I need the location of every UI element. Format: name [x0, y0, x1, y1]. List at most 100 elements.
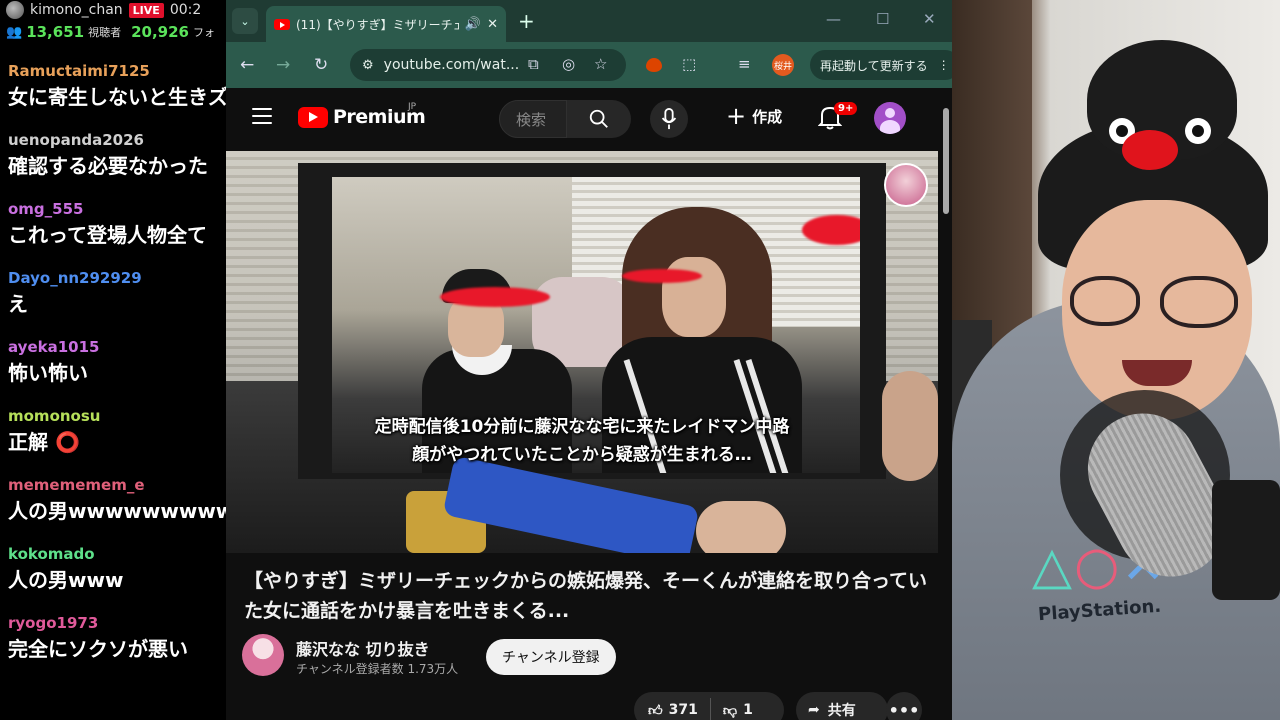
redaction-mark [622, 269, 702, 283]
browser-tab-youtube[interactable]: (11)【やりすぎ】ミザリーチェック 🔊 ✕ [266, 6, 506, 42]
install-app-icon[interactable]: ⧉ [528, 55, 539, 73]
viewer-count: 13,651 [26, 23, 85, 41]
glasses-right [1160, 276, 1238, 328]
stream-stats: 👥 13,651 視聴者 20,926 フォ [0, 20, 226, 44]
microphone-icon [661, 108, 677, 130]
viewer-label: 視聴者 [88, 26, 122, 39]
streamer-avatar [6, 1, 24, 19]
scroll-thumb[interactable] [943, 108, 949, 214]
chat-message: kokomado 人の男www [0, 543, 226, 612]
page-scrollbar[interactable] [940, 88, 952, 720]
more-horizontal-icon: ••• [888, 700, 920, 720]
media-queue-icon[interactable]: ≡ [738, 55, 751, 73]
chat-username[interactable]: Dayo_nn292929 [8, 267, 226, 289]
scene-hand [696, 501, 786, 553]
chat-text: 人の男www [8, 568, 124, 592]
share-label: 共有 [827, 703, 856, 719]
tab-search-button[interactable]: ⌄ [232, 8, 258, 34]
chat-username[interactable]: omg_555 [8, 198, 226, 220]
relaunch-update-button[interactable]: 再起動して更新する ⋮ [810, 50, 952, 80]
logo-region: JP [408, 102, 417, 112]
chat-username[interactable]: ryogo1973 [8, 612, 226, 634]
chat-text: これって登場人物全て [8, 223, 207, 247]
chat-message: memememem_e 人の男wwwwwwwww [0, 474, 226, 543]
chat-username[interactable]: Ramuctaimi7125 [8, 60, 226, 82]
chat-username[interactable]: ayeka1015 [8, 336, 226, 358]
subtitle-line-1: 定時配信後10分前に藤沢なな宅に来たレイドマン中路 [374, 417, 790, 437]
hamburger-menu-icon[interactable] [252, 108, 272, 124]
chat-message: ayeka1015 怖い怖い [0, 336, 226, 405]
new-tab-icon[interactable]: + [518, 9, 535, 33]
chat-username[interactable]: kokomado [8, 543, 226, 565]
mic-arm [1212, 480, 1280, 600]
webcam-feed: △○✕ PlayStation. [952, 0, 1280, 720]
chat-message: momonosu 正解 ⭕ [0, 405, 226, 474]
forward-icon[interactable]: → [276, 55, 290, 75]
more-actions-button[interactable]: ••• [886, 692, 922, 720]
chat-text: 完全にソクソが悪い [8, 637, 188, 661]
youtube-masthead: Premium JP 検索 + 作成 [226, 88, 938, 150]
thumbs-down-icon: 👎︎ [722, 702, 738, 719]
streamer-name: kimono_chan [30, 2, 123, 18]
site-info-icon[interactable]: ⚙ [362, 58, 374, 73]
tab-title: (11)【やりすぎ】ミザリーチェック [296, 17, 459, 32]
minimize-icon[interactable]: — [826, 10, 841, 28]
stream-timer: 00:2 [169, 2, 202, 18]
people-icon: 👥 [6, 24, 23, 40]
chat-text: 正解 ⭕ [8, 430, 80, 454]
subtitle-line-2: 顔がやつれていたことから疑惑が生まれる… [412, 445, 752, 465]
back-icon[interactable]: ← [240, 55, 254, 75]
lens-icon[interactable]: ◎ [562, 55, 575, 73]
stream-header: kimono_chan LIVE 00:2 [0, 0, 226, 20]
video-player[interactable]: 定時配信後10分前に藤沢なな宅に来たレイドマン中路 顔がやつれていたことから疑惑… [226, 151, 938, 553]
chevron-down-icon: ⌄ [240, 14, 250, 28]
tab-bar: ⌄ (11)【やりすぎ】ミザリーチェック 🔊 ✕ + — ☐ ✕ [226, 0, 952, 42]
reload-icon[interactable]: ↻ [314, 55, 328, 75]
kebab-menu-icon: ⋮ [937, 58, 950, 72]
share-button[interactable]: ➦ 共有 [796, 692, 888, 720]
chat-text: 怖い怖い [8, 361, 88, 385]
chat-text: 確認する必要なかった [8, 154, 208, 178]
chat-username[interactable]: momonosu [8, 405, 226, 427]
close-tab-icon[interactable]: ✕ [487, 17, 498, 32]
search-button[interactable] [567, 100, 631, 138]
live-chat-panel: kimono_chan LIVE 00:2 👥 13,651 視聴者 20,92… [0, 0, 226, 720]
account-avatar[interactable] [874, 102, 906, 134]
browser-toolbar: ← → ↻ ⚙ youtube.com/wat... ⧉ ◎ ☆ ⬚ ≡ 桜井 … [226, 42, 952, 88]
speaker-icon[interactable]: 🔊 [465, 17, 481, 32]
profile-extension-icon[interactable]: 桜井 [772, 54, 794, 76]
chat-text: 人の男wwwwwwwww [8, 499, 226, 523]
chat-text: え [8, 292, 28, 316]
search-input[interactable]: 検索 [499, 100, 567, 138]
youtube-premium-logo[interactable]: Premium [298, 106, 426, 128]
chat-username[interactable]: uenopanda2026 [8, 129, 226, 151]
dislike-count: 1 [743, 702, 753, 718]
subscribe-button[interactable]: チャンネル登録 [486, 639, 616, 675]
video-title: 【やりすぎ】ミザリーチェックからの嫉妬爆発、そーくんが連絡を取り合っていた女に通… [244, 570, 928, 622]
channel-subscriber-count: チャンネル登録者数 1.73万人 [296, 662, 459, 676]
notification-badge: 9+ [834, 102, 858, 115]
search-icon [589, 109, 608, 128]
chat-message: ryogo1973 完全にソクソが悪い [0, 612, 226, 681]
like-button[interactable]: 👍︎ 371 [634, 698, 711, 720]
like-count: 371 [668, 702, 698, 718]
extensions-puzzle-icon[interactable]: ⬚ [682, 55, 696, 73]
voice-search-button[interactable] [650, 100, 688, 138]
url-text: youtube.com/wat... [383, 57, 520, 73]
channel-name[interactable]: 藤沢なな 切り抜き [296, 636, 430, 660]
bookmark-star-icon[interactable]: ☆ [594, 55, 607, 73]
youtube-logo-icon [298, 106, 328, 128]
channel-avatar[interactable] [242, 634, 284, 676]
create-button[interactable]: + 作成 [726, 104, 782, 128]
chat-message: omg_555 これって登場人物全て [0, 198, 226, 267]
extension-heart-icon[interactable] [646, 58, 662, 72]
youtube-favicon-icon [274, 18, 290, 30]
share-icon: ➦ [808, 702, 820, 718]
chat-username[interactable]: memememem_e [8, 474, 226, 496]
channel-watermark [884, 163, 928, 207]
maximize-icon[interactable]: ☐ [876, 10, 889, 28]
address-bar[interactable]: ⚙ youtube.com/wat... [350, 49, 626, 81]
dislike-button[interactable]: 👎︎ 1 [711, 702, 765, 719]
follower-label: フォ [192, 26, 215, 39]
window-close-icon[interactable]: ✕ [923, 10, 936, 28]
